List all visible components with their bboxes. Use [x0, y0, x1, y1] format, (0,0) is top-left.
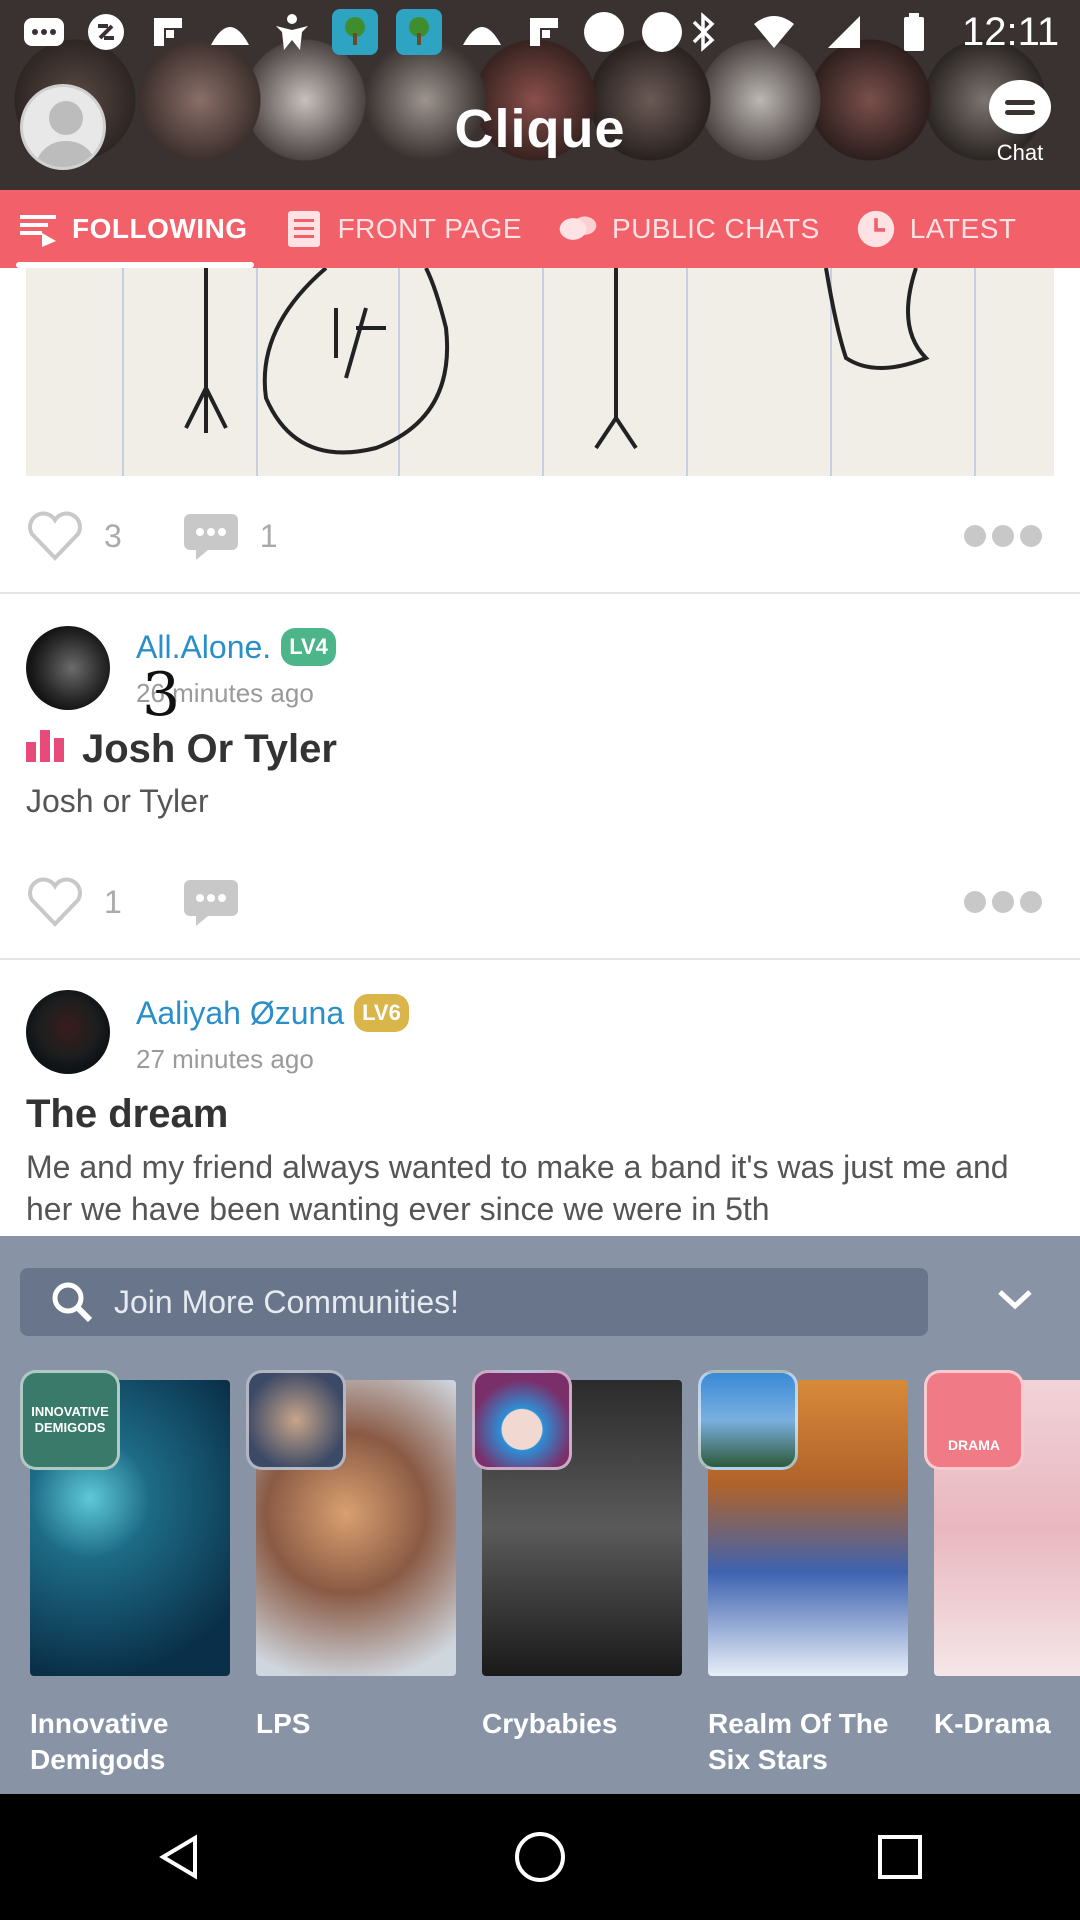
post-author[interactable]: Aaliyah Øzuna LV6: [136, 994, 409, 1032]
status-time: 12:11: [962, 9, 1060, 54]
person-icon: [270, 10, 314, 54]
system-icons: 12:11: [682, 10, 1059, 55]
post-actions: 1: [26, 862, 1056, 942]
comment-icon[interactable]: [182, 512, 240, 560]
post-actions: 3 1: [26, 496, 1056, 576]
list-icon: [18, 209, 58, 249]
tree-app-icon: [332, 9, 378, 55]
chat-bubbles-icon: [558, 209, 598, 249]
community-thumb: [698, 1370, 798, 1470]
community-name: Realm Of The Six Stars: [708, 1708, 889, 1775]
post-title-text: The dream: [26, 1092, 229, 1136]
flipboard-icon: [146, 10, 190, 54]
tree-app-icon: [396, 9, 442, 55]
poll-icon: [26, 726, 66, 772]
seashell-icon: [208, 10, 252, 54]
community-thumb: DRAMA: [924, 1370, 1024, 1470]
community-thumb: [246, 1370, 346, 1470]
community-list: INNOVATIVE DEMIGODS Innovative Demigods …: [0, 1370, 1080, 1775]
level-badge: LV4: [281, 628, 336, 666]
message-icon: [22, 10, 66, 54]
recents-icon[interactable]: [860, 1817, 940, 1897]
post-title[interactable]: The dream: [26, 1092, 228, 1137]
app-header: 12:11 Clique Chat: [0, 0, 1080, 190]
home-icon[interactable]: [500, 1817, 580, 1897]
app-title: Clique: [454, 99, 626, 159]
community-name: Crybabies: [482, 1708, 618, 1739]
flipboard-icon: [522, 10, 566, 54]
tab-label: FRONT PAGE: [337, 213, 523, 244]
divider: [0, 592, 1080, 594]
post-author-avatar[interactable]: [26, 990, 110, 1074]
community-name: K-Drama: [934, 1708, 1051, 1739]
more-options-icon[interactable]: [964, 891, 1042, 913]
sync-icon: [84, 10, 128, 54]
page-icon: [284, 209, 324, 249]
dot-icon: [584, 12, 624, 52]
seashell-icon: [460, 10, 504, 54]
post-body: Me and my friend always wanted to make a…: [26, 1149, 1009, 1227]
signal-icon: [822, 10, 866, 54]
status-bar: 12:11: [0, 0, 1080, 64]
bluetooth-icon: [682, 10, 726, 54]
comment-count: 1: [259, 517, 278, 554]
overlay-number: 3: [142, 660, 181, 730]
battery-icon: [892, 10, 936, 54]
back-icon[interactable]: [140, 1817, 220, 1897]
like-count: 3: [104, 517, 122, 554]
post-time: 27 minutes ago: [136, 1044, 314, 1074]
dot-icon: [642, 12, 682, 52]
communities-search[interactable]: Join More Communities!: [20, 1268, 928, 1336]
comment-icon[interactable]: [182, 878, 240, 926]
chat-button[interactable]: Chat: [980, 80, 1060, 166]
sketch-drawing: [184, 268, 930, 455]
navigation-bar: [0, 1794, 1080, 1920]
tab-bar: FOLLOWING FRONT PAGE PUBLIC CHATS LATEST: [0, 190, 1080, 268]
tab-public-chats[interactable]: PUBLIC CHATS: [540, 190, 838, 268]
tab-following[interactable]: FOLLOWING: [0, 190, 266, 268]
post-image[interactable]: [26, 268, 1054, 476]
tab-label: LATEST: [909, 213, 1017, 244]
clock-icon: [856, 209, 896, 249]
community-thumb: INNOVATIVE DEMIGODS: [20, 1370, 120, 1470]
join-communities-panel: Join More Communities! INNOVATIVE DEMIGO…: [0, 1236, 1080, 1794]
chevron-down-icon[interactable]: [990, 1280, 1040, 1320]
chat-icon: [989, 80, 1051, 134]
tab-front-page[interactable]: FRONT PAGE: [266, 190, 540, 268]
post-body: Josh or Tyler: [26, 783, 209, 819]
like-count: 1: [104, 883, 122, 920]
divider: [0, 958, 1080, 960]
search-placeholder: Join More Communities!: [114, 1283, 459, 1320]
post-title[interactable]: Josh Or Tyler: [26, 726, 337, 772]
wifi-icon: [752, 10, 796, 54]
tab-latest[interactable]: LATEST: [838, 190, 1035, 268]
more-options-icon[interactable]: [964, 525, 1042, 547]
search-icon: [50, 1280, 94, 1324]
post-title-text: Josh Or Tyler: [82, 726, 337, 771]
level-badge: LV6: [354, 994, 409, 1032]
tab-label: FOLLOWING: [72, 213, 248, 244]
chat-label: Chat: [996, 140, 1044, 165]
community-name: Innovative Demigods: [30, 1708, 169, 1775]
tab-label: PUBLIC CHATS: [612, 213, 820, 244]
community-thumb: [472, 1370, 572, 1470]
username: Aaliyah Øzuna: [136, 994, 345, 1031]
community-name: LPS: [256, 1708, 311, 1739]
heart-icon[interactable]: [26, 876, 84, 928]
post-author-avatar[interactable]: [26, 626, 110, 710]
heart-icon[interactable]: [26, 510, 84, 562]
notification-icons: [22, 9, 682, 55]
